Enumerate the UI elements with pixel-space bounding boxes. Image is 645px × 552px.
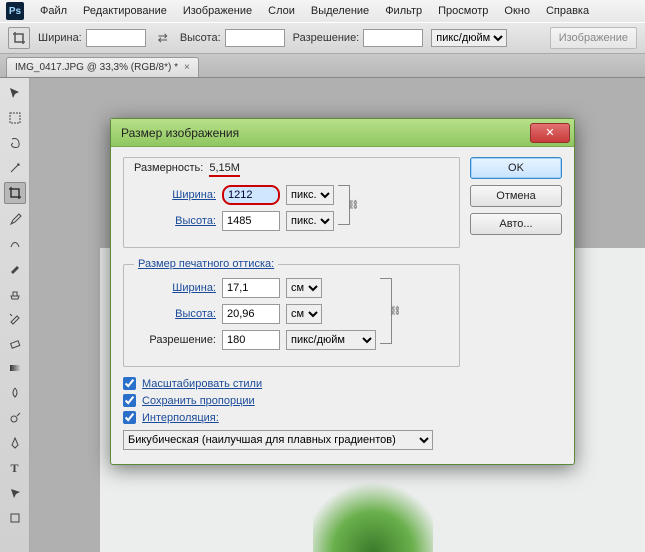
print-size-legend: Размер печатного оттиска:: [134, 258, 278, 270]
path-selection-tool-icon[interactable]: [4, 482, 26, 504]
constrain-proportions-label: Сохранить пропорции: [142, 395, 255, 407]
opt-height-input[interactable]: [225, 29, 285, 47]
menu-window[interactable]: Окно: [496, 5, 538, 17]
opt-image-button[interactable]: Изображение: [550, 27, 637, 49]
pen-tool-icon[interactable]: [4, 432, 26, 454]
pixel-height-unit-select[interactable]: пикс.: [286, 211, 334, 231]
cancel-button[interactable]: Отмена: [470, 185, 562, 207]
link-bracket: ⛓: [338, 185, 350, 225]
dodge-tool-icon[interactable]: [4, 407, 26, 429]
document-tab-bar: IMG_0417.JPG @ 33,3% (RGB/8*) * ×: [0, 54, 645, 78]
pixel-height-label: Высота:: [134, 215, 216, 227]
marquee-tool-icon[interactable]: [4, 107, 26, 129]
pixel-width-label: Ширина:: [134, 189, 216, 201]
pixel-height-input[interactable]: [222, 211, 280, 231]
menu-bar: Ps Файл Редактирование Изображение Слои …: [0, 0, 645, 22]
pixel-dimensions-fieldset: Размерность: 5,15M Ширина: пикс. Высота:: [123, 157, 460, 248]
menu-edit[interactable]: Редактирование: [75, 5, 175, 17]
healing-brush-tool-icon[interactable]: [4, 232, 26, 254]
link-bracket: ⛓: [380, 278, 392, 344]
brush-tool-icon[interactable]: [4, 257, 26, 279]
resolution-label: Разрешение:: [134, 334, 216, 346]
print-width-label: Ширина:: [134, 282, 216, 294]
constrain-proportions-checkbox[interactable]: [123, 394, 136, 407]
opt-resolution-input[interactable]: [363, 29, 423, 47]
crop-tool-icon[interactable]: [4, 182, 26, 204]
opt-resolution-label: Разрешение:: [293, 29, 424, 47]
blur-tool-icon[interactable]: [4, 382, 26, 404]
menu-file[interactable]: Файл: [32, 5, 75, 17]
history-brush-tool-icon[interactable]: [4, 307, 26, 329]
app-icon: Ps: [6, 2, 24, 20]
lasso-tool-icon[interactable]: [4, 132, 26, 154]
crop-tool-preset-icon[interactable]: [8, 27, 30, 49]
clone-stamp-tool-icon[interactable]: [4, 282, 26, 304]
close-tab-icon[interactable]: ×: [184, 62, 190, 73]
resolution-unit-select[interactable]: пикс/дюйм: [286, 330, 376, 350]
print-width-unit-select[interactable]: см: [286, 278, 322, 298]
print-size-fieldset: Размер печатного оттиска: Ширина: см Выс…: [123, 258, 460, 367]
opt-width-label: Ширина:: [38, 29, 146, 47]
pixel-width-input[interactable]: [222, 185, 280, 205]
resample-checkbox[interactable]: [123, 411, 136, 424]
resolution-input[interactable]: [222, 330, 280, 350]
menu-image[interactable]: Изображение: [175, 5, 260, 17]
dialog-close-button[interactable]: ✕: [530, 123, 570, 143]
rectangle-tool-icon[interactable]: [4, 507, 26, 529]
pixel-dimensions-label: Размерность:: [134, 162, 203, 177]
dialog-title: Размер изображения: [121, 126, 530, 140]
photo-content: [313, 472, 433, 552]
print-height-label: Высота:: [134, 308, 216, 320]
toolbox: T: [0, 78, 30, 552]
opt-height-label: Высота:: [180, 29, 285, 47]
print-height-input[interactable]: [222, 304, 280, 324]
menu-filter[interactable]: Фильтр: [377, 5, 430, 17]
opt-resolution-unit-select[interactable]: пикс/дюйм: [431, 29, 507, 47]
magic-wand-tool-icon[interactable]: [4, 157, 26, 179]
options-bar: Ширина: ⇄ Высота: Разрешение: пикс/дюйм …: [0, 22, 645, 54]
image-size-dialog: Размер изображения ✕ Размерность: 5,15M …: [110, 118, 575, 465]
menu-select[interactable]: Выделение: [303, 5, 377, 17]
type-tool-icon[interactable]: T: [4, 457, 26, 479]
print-height-unit-select[interactable]: см: [286, 304, 322, 324]
document-tab-label: IMG_0417.JPG @ 33,3% (RGB/8*) *: [15, 62, 178, 73]
menu-view[interactable]: Просмотр: [430, 5, 496, 17]
ok-button[interactable]: OK: [470, 157, 562, 179]
interpolation-method-select[interactable]: Бикубическая (наилучшая для плавных град…: [123, 430, 433, 450]
opt-width-input[interactable]: [86, 29, 146, 47]
eyedropper-tool-icon[interactable]: [4, 207, 26, 229]
dialog-titlebar[interactable]: Размер изображения ✕: [111, 119, 574, 147]
pixel-dimensions-size: 5,15M: [209, 162, 240, 177]
resample-label: Интерполяция:: [142, 412, 219, 424]
pixel-width-unit-select[interactable]: пикс.: [286, 185, 334, 205]
move-tool-icon[interactable]: [4, 82, 26, 104]
print-width-input[interactable]: [222, 278, 280, 298]
swap-dimensions-icon[interactable]: ⇄: [154, 31, 172, 45]
eraser-tool-icon[interactable]: [4, 332, 26, 354]
gradient-tool-icon[interactable]: [4, 357, 26, 379]
document-tab[interactable]: IMG_0417.JPG @ 33,3% (RGB/8*) * ×: [6, 57, 199, 77]
menu-help[interactable]: Справка: [538, 5, 597, 17]
constrain-link-icon[interactable]: ⛓: [348, 200, 359, 211]
constrain-link-icon[interactable]: ⛓: [390, 306, 401, 317]
scale-styles-label: Масштабировать стили: [142, 378, 262, 390]
auto-button[interactable]: Авто...: [470, 213, 562, 235]
menu-layers[interactable]: Слои: [260, 5, 303, 17]
scale-styles-checkbox[interactable]: [123, 377, 136, 390]
